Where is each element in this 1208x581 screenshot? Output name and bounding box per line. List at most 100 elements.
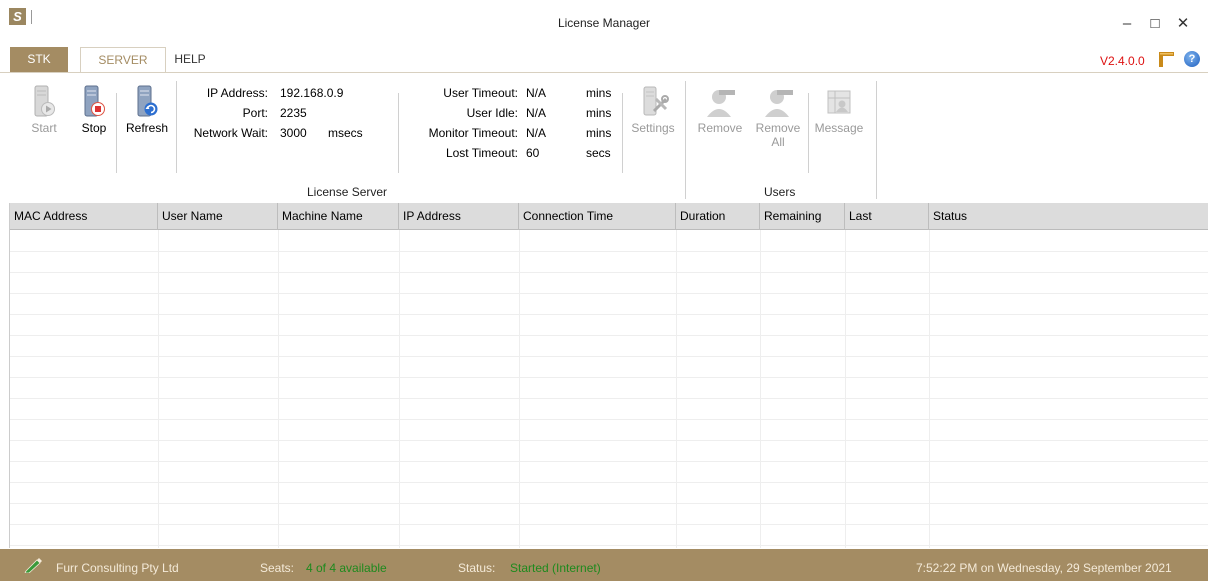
refresh-button[interactable]: Refresh [120,85,174,135]
table-row-line [10,419,1208,420]
server-start-icon [34,85,55,117]
tab-help[interactable]: HELP [168,47,212,73]
lost-timeout-value: 60 [526,146,540,160]
ribbon-panel: Start Stop Refresh IP Address: 192.168.0… [0,72,1208,202]
message-button[interactable]: Message [810,85,868,135]
remove-user-icon [707,90,735,117]
table-row-line [10,398,1208,399]
start-button[interactable]: Start [24,85,64,135]
ip-address-label: IP Address: [206,86,268,100]
table-row-line [10,440,1208,441]
table-row-line [10,503,1208,504]
refresh-label: Refresh [125,121,169,135]
column-header-user-name[interactable]: User Name [158,203,278,230]
user-timeout-label: User Timeout: [443,86,518,100]
status-bar: Furr Consulting Pty Ltd Seats: 4 of 4 av… [0,549,1208,581]
window-title: License Manager [557,16,651,30]
monitor-timeout-label: Monitor Timeout: [428,126,518,140]
column-header-duration[interactable]: Duration [676,203,760,230]
users-table[interactable]: MAC Address User Name Machine Name IP Ad… [9,203,1208,548]
title-bar: S License Manager – □ ✕ [0,0,1208,44]
user-idle-value: N/A [526,106,547,120]
lost-timeout-unit: secs [586,146,611,160]
table-column-line [929,230,930,548]
message-label: Message [814,121,864,135]
table-row-line [10,293,1208,294]
status-value: Started (Internet) [510,561,601,575]
column-header-connection-time[interactable]: Connection Time [519,203,676,230]
help-icon[interactable]: ? [1184,51,1200,67]
table-column-line [519,230,520,548]
status-label: Status: [458,561,496,575]
table-row-line [10,335,1208,336]
user-idle-unit: mins [586,106,612,120]
column-header-status[interactable]: Status [929,203,1208,230]
remove-button[interactable]: Remove [692,85,748,135]
column-header-ip-address[interactable]: IP Address [399,203,519,230]
monitor-timeout-value: N/A [526,126,547,140]
table-column-line [399,230,400,548]
user-timeout-value: N/A [526,86,547,100]
start-label: Start [31,121,57,135]
monitor-timeout-unit: mins [586,126,612,140]
pencil-icon [24,558,42,573]
remove-all-button[interactable]: Remove All [750,85,806,149]
server-stop-icon [84,85,105,117]
layout-corner-icon[interactable] [1159,52,1174,67]
port-label: Port: [242,106,268,120]
remove-label: Remove [697,121,743,135]
column-header-mac-address[interactable]: MAC Address [10,203,158,230]
table-row-line [10,251,1208,252]
settings-tools-icon [643,86,669,116]
remove-all-label-line1: Remove [755,121,801,135]
seats-value: 4 of 4 available [306,561,387,575]
separator [398,93,399,173]
table-row-line [10,314,1208,315]
network-wait-unit: msecs [328,126,363,140]
maximize-button[interactable]: □ [1140,14,1170,34]
network-wait-value: 3000 [280,126,307,140]
users-group-label: Users [764,185,796,199]
table-row-line [10,461,1208,462]
table-column-line [845,230,846,548]
network-wait-label: Network Wait: [193,126,268,140]
date-time: 7:52:22 PM on Wednesday, 29 September 20… [916,561,1172,575]
port-value: 2235 [280,106,307,120]
separator [622,93,623,173]
company-name: Furr Consulting Pty Ltd [56,561,179,575]
column-header-remaining[interactable]: Remaining [760,203,845,230]
stop-button[interactable]: Stop [74,85,114,135]
table-row-line [10,482,1208,483]
seats-label: Seats: [260,561,295,575]
separator [685,81,686,199]
table-column-line [278,230,279,548]
user-idle-label: User Idle: [466,106,518,120]
separator [876,81,877,199]
lost-timeout-label: Lost Timeout: [445,146,518,160]
column-header-machine-name[interactable]: Machine Name [278,203,399,230]
table-column-line [158,230,159,548]
table-column-line [676,230,677,548]
separator [808,93,809,173]
ip-address-value: 192.168.0.9 [280,86,344,100]
table-header: MAC Address User Name Machine Name IP Ad… [10,203,1208,230]
tab-server[interactable]: SERVER [80,47,166,73]
settings-button[interactable]: Settings [626,85,680,135]
table-row-line [10,545,1208,546]
settings-label: Settings [631,121,675,135]
remove-all-label-line2: All [771,135,785,149]
table-column-line [760,230,761,548]
server-refresh-icon [137,85,158,117]
table-row-line [10,377,1208,378]
remove-all-users-icon [765,90,793,117]
tab-stk[interactable]: STK [10,47,68,73]
table-row-line [10,356,1208,357]
message-icon [827,90,851,114]
close-button[interactable]: ✕ [1168,14,1198,34]
column-header-last[interactable]: Last [845,203,929,230]
table-row-line [10,272,1208,273]
separator [116,93,117,173]
minimize-button[interactable]: – [1112,14,1142,34]
version-label: V2.4.0.0 [1100,54,1145,68]
table-row-line [10,524,1208,525]
